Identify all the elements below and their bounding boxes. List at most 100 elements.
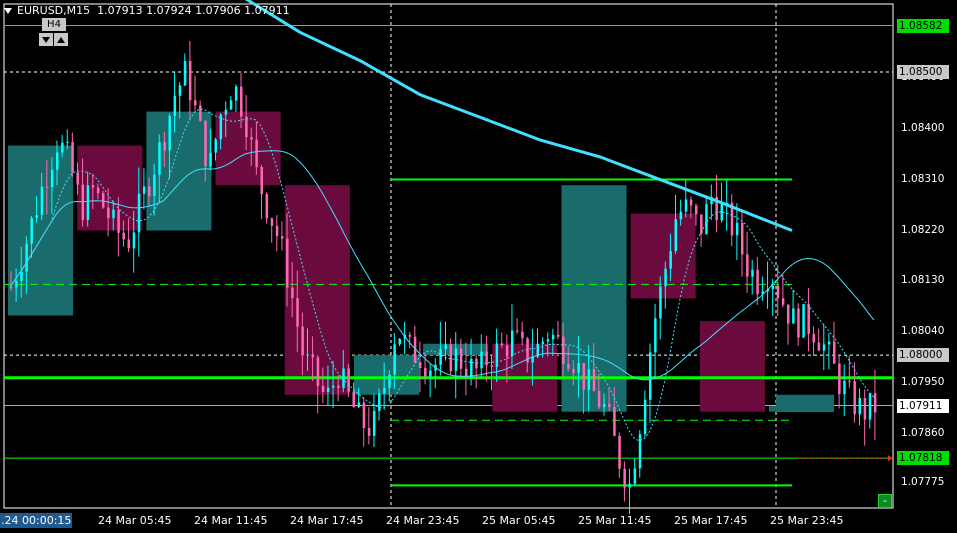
candle-body: [674, 219, 678, 251]
candle-body: [91, 185, 95, 188]
candle-body: [623, 468, 626, 488]
minimize-panel-button[interactable]: -: [878, 494, 892, 508]
candle-body: [648, 352, 652, 400]
candle-body: [618, 435, 621, 469]
candle-body: [321, 385, 325, 392]
time-tick-label: 25 Mar 05:45: [482, 514, 556, 527]
candle-body: [577, 362, 580, 373]
candle-body: [188, 61, 192, 101]
candle-body: [332, 385, 335, 388]
candle-body: [510, 330, 514, 357]
candle-body: [61, 142, 64, 153]
candle-body: [76, 172, 79, 185]
candle-body: [551, 334, 555, 340]
chart-header: EURUSD,M15 1.07913 1.07924 1.07906 1.079…: [4, 4, 290, 17]
candle-body: [459, 348, 463, 369]
candle-body: [122, 232, 125, 240]
higher-timeframe-label[interactable]: H4: [42, 18, 66, 31]
price-tick-label: 1.07860: [901, 427, 945, 440]
candle-body: [500, 343, 504, 346]
candle-body: [516, 330, 519, 332]
candle-body: [393, 344, 396, 375]
candle-body: [357, 402, 361, 408]
htf-candle: [8, 145, 74, 316]
candle-body: [296, 298, 299, 327]
candle-body: [270, 218, 274, 226]
candle-body: [832, 341, 836, 364]
candle-body: [771, 285, 775, 290]
candle-body: [132, 232, 136, 249]
candle-body: [802, 304, 805, 338]
candle-body: [664, 268, 667, 287]
candle-body: [546, 339, 550, 342]
price-tick-label: 1.08220: [901, 223, 945, 236]
candle-body: [102, 193, 105, 208]
timeframe-down-icon[interactable]: [39, 33, 53, 46]
candle-body: [490, 365, 494, 367]
candle-body: [40, 186, 44, 216]
price-tick-label: 1.08130: [901, 274, 945, 287]
price-tick-label: 1.07775: [901, 475, 945, 488]
candle-body: [107, 207, 110, 219]
candle-body: [786, 304, 790, 324]
candle-body: [173, 95, 177, 116]
candle-body: [495, 343, 499, 367]
candle-body: [628, 483, 632, 488]
timeframe-up-icon[interactable]: [54, 33, 68, 46]
candle-body: [280, 236, 284, 239]
candle-body: [178, 85, 182, 96]
candle-body: [214, 139, 217, 153]
price-tag: 1.08582: [897, 18, 949, 33]
time-tick-label: 24 Mar 05:45: [98, 514, 172, 527]
candle-body: [183, 61, 187, 86]
candle-body: [378, 393, 381, 411]
candle-body: [582, 362, 586, 390]
htf-candle: [699, 321, 765, 412]
candle-body: [418, 362, 422, 369]
candle-body: [449, 344, 453, 372]
ohlc-values: 1.07913 1.07924 1.07906 1.07911: [97, 4, 290, 17]
candle-body: [572, 368, 575, 373]
candle-body: [694, 205, 698, 215]
candle-body: [153, 174, 156, 197]
candle-body: [853, 381, 856, 415]
candle-body: [781, 298, 785, 305]
candle-body: [250, 137, 253, 140]
candle-body: [224, 109, 228, 115]
candle-body: [638, 434, 642, 469]
candle-body: [265, 194, 269, 219]
candle-body: [45, 186, 49, 188]
candle-body: [35, 215, 39, 219]
candle-body: [194, 100, 197, 106]
candle-body: [822, 344, 826, 351]
candle-body: [260, 167, 263, 195]
price-tag: 1.07911: [897, 398, 949, 413]
chart-menu-triangle-icon[interactable]: [4, 8, 12, 14]
candle-body: [633, 468, 637, 484]
time-tick-label: 25 Mar 17:45: [674, 514, 748, 527]
candle-body: [597, 390, 601, 408]
candle-body: [168, 115, 171, 151]
candle-body: [562, 336, 565, 365]
candle-body: [112, 209, 115, 219]
candle-body: [234, 86, 238, 101]
candle-body: [199, 105, 202, 121]
candle-body: [316, 357, 320, 386]
candle-body: [843, 380, 846, 395]
candle-body: [326, 387, 330, 392]
candle-body: [163, 142, 166, 151]
candle-body: [679, 211, 683, 220]
time-tick-label: 25 Mar 11:45: [578, 514, 652, 527]
candle-body: [684, 199, 688, 212]
candle-body: [807, 304, 810, 334]
candle-body: [470, 358, 473, 378]
time-cursor-label: .24 00:00:15: [0, 513, 73, 528]
candle-body: [15, 280, 18, 288]
price-tag: 1.08500: [897, 64, 949, 79]
candle-body: [367, 428, 371, 436]
candle-body: [720, 204, 724, 221]
candle-body: [388, 374, 391, 388]
candle-body: [643, 399, 647, 435]
chart-canvas[interactable]: [0, 0, 957, 533]
candle-body: [408, 334, 412, 337]
